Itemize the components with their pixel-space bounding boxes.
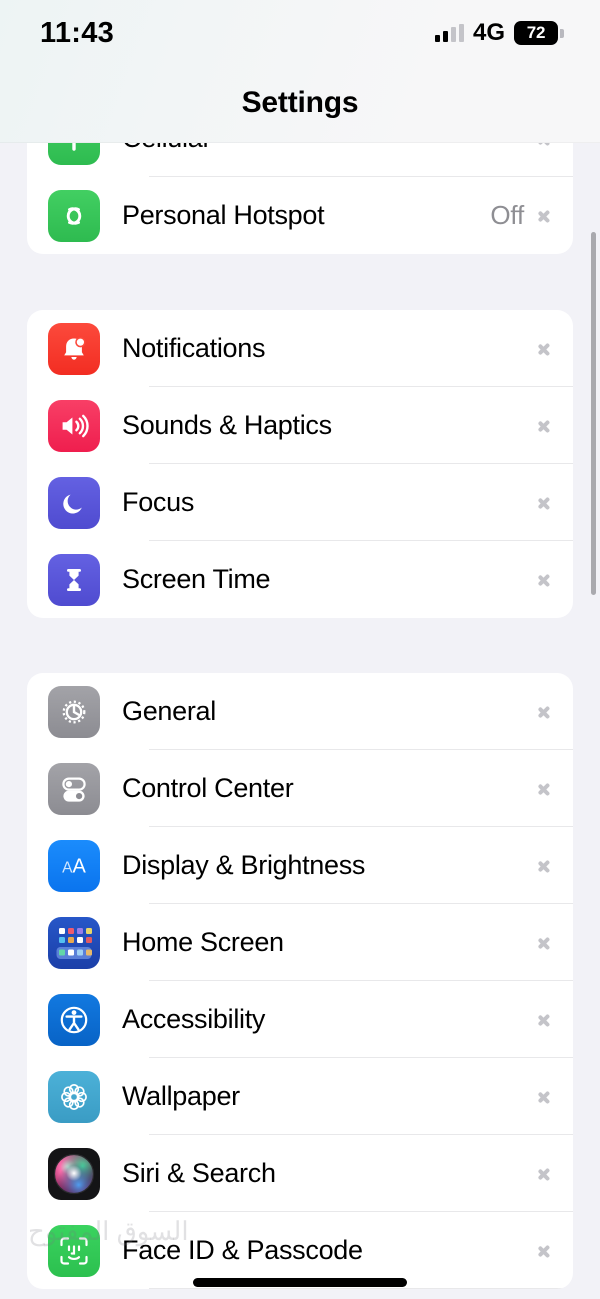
notifications-icon <box>48 322 100 375</box>
control-center-icon <box>48 762 100 815</box>
settings-row-label: Home Screen <box>122 927 284 957</box>
chevron-right-icon <box>538 854 551 877</box>
settings-row-home-screen[interactable]: Home Screen <box>27 904 573 981</box>
settings-row-general[interactable]: General <box>27 673 573 750</box>
network-type-label: 4G <box>472 19 505 46</box>
siri-search-icon <box>48 1147 100 1200</box>
settings-row-label: Control Center <box>122 773 294 803</box>
accessibility-icon <box>48 993 100 1046</box>
chevron-right-icon <box>538 777 551 800</box>
status-indicators: 4G 72 <box>434 19 564 47</box>
settings-row-label: Face ID & Passcode <box>122 1235 363 1265</box>
settings-row-personal-hotspot[interactable]: Personal Hotspot Off <box>27 177 573 254</box>
chevron-right-icon <box>538 414 551 437</box>
settings-row-label: Wallpaper <box>122 1081 240 1111</box>
cellular-signal-icon <box>434 24 464 42</box>
chevron-right-icon <box>538 337 551 360</box>
settings-row-siri-search[interactable]: Siri & Search <box>27 1135 573 1212</box>
home-indicator[interactable] <box>193 1278 407 1287</box>
settings-row-label: Personal Hotspot <box>122 200 325 230</box>
settings-row-focus[interactable]: Focus <box>27 464 573 541</box>
status-clock: 11:43 <box>40 16 115 49</box>
settings-scroll-area[interactable]: Cellular Personal Hotspot Off <box>0 0 600 1299</box>
battery-percentage: 72 <box>526 23 546 42</box>
wallpaper-icon <box>48 1070 100 1123</box>
chevron-right-icon <box>538 1162 551 1185</box>
vertical-scrollbar[interactable] <box>591 232 596 595</box>
home-screen-icon <box>48 916 100 969</box>
chevron-right-icon <box>538 1008 551 1031</box>
settings-row-label: Notifications <box>122 333 266 363</box>
settings-row-wallpaper[interactable]: Wallpaper <box>27 1058 573 1135</box>
face-id-passcode-icon <box>48 1224 100 1277</box>
chevron-right-icon <box>538 491 551 514</box>
settings-row-label: Display & Brightness <box>122 850 366 880</box>
settings-row-label: Focus <box>122 487 195 517</box>
focus-icon <box>48 476 100 529</box>
row-separator <box>149 1288 573 1289</box>
chevron-right-icon <box>538 1085 551 1108</box>
settings-row-display-brightness[interactable]: AA Display & Brightness <box>27 827 573 904</box>
svg-text:AA: AA <box>62 855 86 877</box>
settings-row-accessibility[interactable]: Accessibility <box>27 981 573 1058</box>
settings-screen: Cellular Personal Hotspot Off <box>0 0 600 1299</box>
chevron-right-icon <box>538 931 551 954</box>
settings-group-system: General Control Center AA Display & Brig… <box>27 673 573 1289</box>
settings-row-notifications[interactable]: Notifications <box>27 310 573 387</box>
settings-row-label: Screen Time <box>122 564 271 594</box>
settings-row-label: Siri & Search <box>122 1158 276 1188</box>
settings-row-sounds-haptics[interactable]: Sounds & Haptics <box>27 387 573 464</box>
chevron-right-icon <box>538 1239 551 1262</box>
sounds-haptics-icon <box>48 399 100 452</box>
chevron-right-icon <box>538 700 551 723</box>
status-bar: 11:43 4G 72 <box>0 0 600 66</box>
settings-row-screen-time[interactable]: Screen Time <box>27 541 573 618</box>
personal-hotspot-icon <box>48 189 100 242</box>
settings-row-control-center[interactable]: Control Center <box>27 750 573 827</box>
chevron-right-icon <box>538 204 551 227</box>
battery-icon: 72 <box>514 21 564 45</box>
settings-row-label: General <box>122 696 216 726</box>
settings-group-alerts: Notifications Sounds & Haptics Focus Scr… <box>27 310 573 618</box>
screen-time-icon <box>48 553 100 606</box>
general-gear-icon <box>48 685 100 738</box>
settings-row-label: Sounds & Haptics <box>122 410 332 440</box>
personal-hotspot-value: Off <box>490 200 524 230</box>
display-brightness-icon: AA <box>48 839 100 892</box>
page-title: Settings <box>241 86 359 119</box>
chevron-right-icon <box>538 568 551 591</box>
settings-row-label: Accessibility <box>122 1004 266 1034</box>
